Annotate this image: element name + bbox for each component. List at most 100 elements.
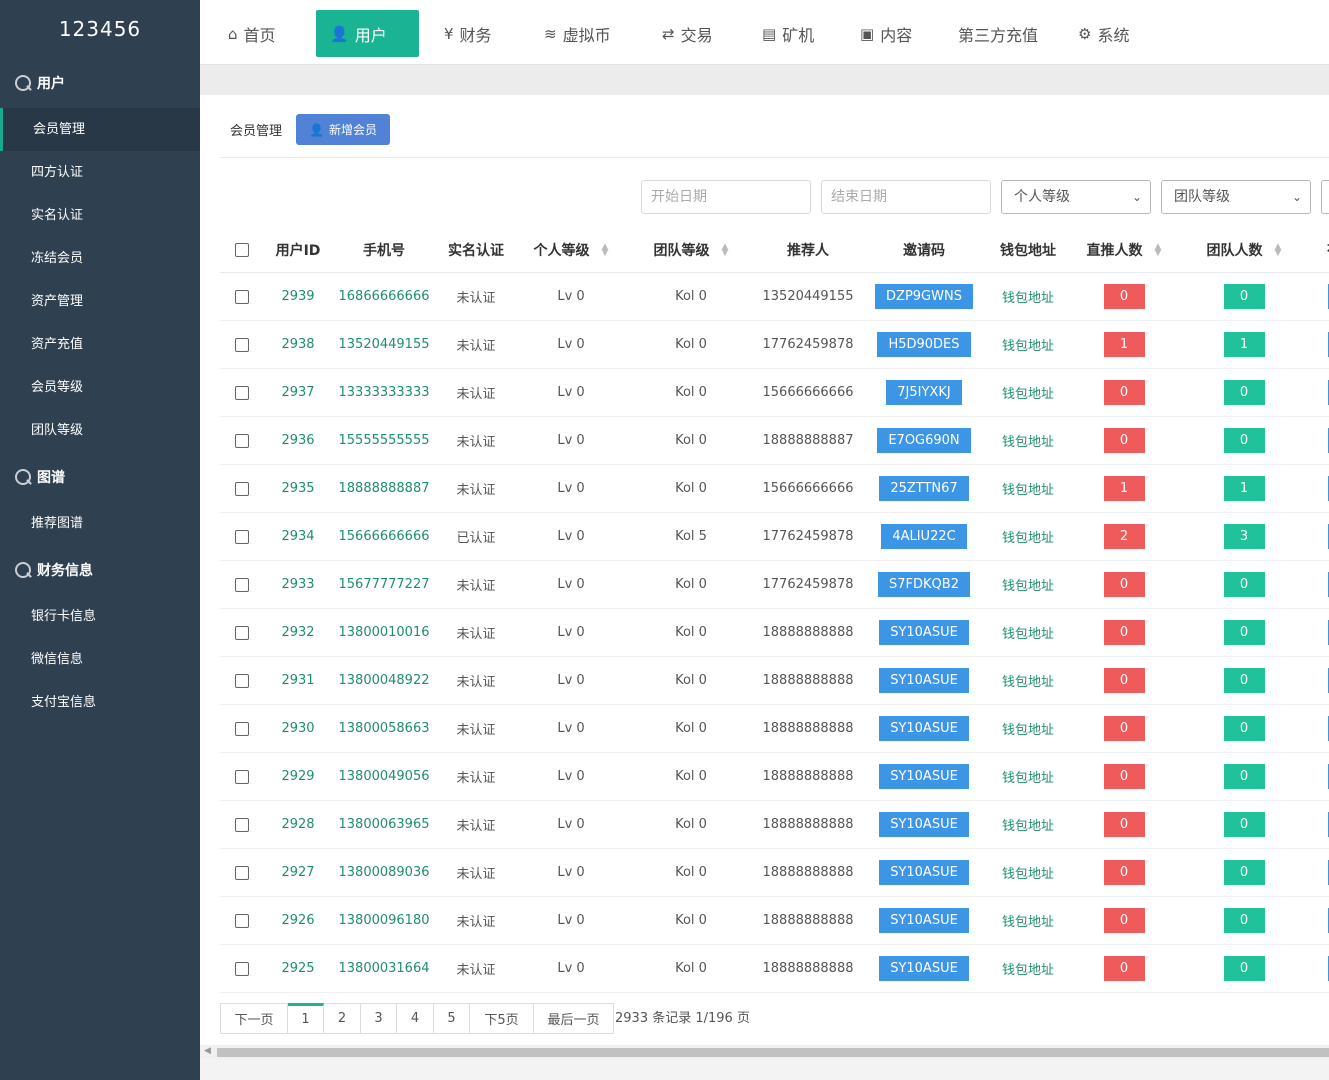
column-header[interactable]: 邀请码 [864,227,984,272]
team-count-badge[interactable]: 3 [1223,524,1265,549]
column-header[interactable]: 个人等级 ▲ ▼ [521,227,621,272]
wallet-address-link[interactable]: 钱包地址 [1002,623,1054,642]
sort-icon[interactable]: ▲ ▼ [1275,242,1282,257]
row-checkbox[interactable] [227,561,257,608]
team-count-badge[interactable]: 0 [1223,428,1265,453]
sidebar-item[interactable]: 支付宝信息 [0,681,200,724]
checkbox-box[interactable] [235,529,249,544]
wallet-address-link[interactable]: 钱包地址 [1002,671,1054,690]
team-count-badge[interactable]: 0 [1223,764,1265,789]
nav-tab-4[interactable]: ⇄ 交易 [648,10,738,57]
row-checkbox[interactable] [227,657,257,704]
nav-tab-2[interactable]: ¥ 财务 [430,10,516,57]
page-button[interactable]: 3 [361,1003,397,1034]
nav-tab-0[interactable]: ⌂ 首页 [214,10,304,57]
sort-icon[interactable]: ▲ ▼ [1155,242,1162,257]
phone-link[interactable]: 13520449155 [339,337,430,352]
team-count-badge[interactable]: 0 [1223,956,1265,981]
direct-count-badge[interactable]: 0 [1103,716,1145,741]
sidebar-group-0[interactable]: 用户 [0,58,200,108]
page-button[interactable]: 2 [324,1003,361,1034]
checkbox-box[interactable] [235,242,249,257]
user-id-link[interactable]: 2938 [281,337,314,352]
row-checkbox[interactable] [227,801,257,848]
checkbox-box[interactable] [235,625,249,640]
team-count-badge[interactable]: 1 [1223,476,1265,501]
sidebar-group-2[interactable]: 财务信息 [0,545,200,595]
row-checkbox[interactable] [227,369,257,416]
direct-count-badge[interactable]: 0 [1103,572,1145,597]
user-id-link[interactable]: 2925 [281,961,314,976]
nav-tab-8[interactable]: ⚙ 系统 [1064,10,1148,57]
phone-link[interactable]: 15677777227 [339,577,430,592]
horizontal-scrollbar[interactable]: ◀ [200,1045,1329,1059]
phone-link[interactable]: 13800049056 [339,769,430,784]
user-id-link[interactable]: 2927 [281,865,314,880]
phone-link[interactable]: 13800096180 [339,913,430,928]
direct-count-badge[interactable]: 0 [1103,668,1145,693]
row-checkbox[interactable] [227,465,257,512]
team-count-badge[interactable]: 0 [1223,812,1265,837]
scroll-left-icon[interactable]: ◀ [204,1046,211,1056]
checkbox-box[interactable] [235,433,249,448]
sidebar-item[interactable]: 四方认证 [0,151,200,194]
phone-link[interactable]: 13333333333 [339,385,430,400]
direct-count-badge[interactable]: 2 [1103,524,1145,549]
phone-link[interactable]: 18888888887 [339,481,430,496]
direct-count-badge[interactable]: 1 [1103,332,1145,357]
direct-count-badge[interactable]: 0 [1103,956,1145,981]
checkbox-box[interactable] [235,289,249,304]
user-id-link[interactable]: 2928 [281,817,314,832]
checkbox-box[interactable] [235,721,249,736]
column-header[interactable]: 直推人数 ▲ ▼ [1064,227,1184,272]
nav-tab-1[interactable]: 👤 用户 [316,10,419,57]
column-header[interactable]: 团队人数 ▲ ▼ [1184,227,1304,272]
checkbox-box[interactable] [235,865,249,880]
row-checkbox[interactable] [227,513,257,560]
checkbox-box[interactable] [235,481,249,496]
checkbox-box[interactable] [235,577,249,592]
user-id-link[interactable]: 2934 [281,529,314,544]
user-id-link[interactable]: 2933 [281,577,314,592]
phone-link[interactable]: 13800031664 [339,961,430,976]
page-button[interactable]: 下5页 [470,1003,534,1034]
checkbox-box[interactable] [235,913,249,928]
row-checkbox[interactable] [227,849,257,896]
wallet-address-link[interactable]: 钱包地址 [1002,863,1054,882]
sidebar-item[interactable]: 团队等级 [0,409,200,452]
team-level-select[interactable]: 团队等级 ⌄ [1161,180,1311,214]
row-checkbox[interactable] [227,609,257,656]
sort-icon[interactable]: ▲ ▼ [722,242,729,257]
row-checkbox[interactable] [227,321,257,368]
row-checkbox[interactable] [227,897,257,944]
nav-tab-3[interactable]: ≋ 虚拟币 [530,10,634,57]
user-id-link[interactable]: 2935 [281,481,314,496]
user-id-link[interactable]: 2939 [281,289,314,304]
direct-count-badge[interactable]: 0 [1103,284,1145,309]
user-id-link[interactable]: 2937 [281,385,314,400]
team-count-badge[interactable]: 0 [1223,668,1265,693]
nav-tab-7[interactable]: 第三方充值 [944,10,1054,57]
direct-count-badge[interactable]: 0 [1103,812,1145,837]
checkbox-box[interactable] [235,961,249,976]
team-count-badge[interactable]: 0 [1223,284,1265,309]
sidebar-item[interactable]: 实名认证 [0,194,200,237]
column-header[interactable]: 团队等级 ▲ ▼ [631,227,751,272]
phone-link[interactable]: 13800010016 [339,625,430,640]
start-date-input[interactable]: 开始日期 [641,180,811,214]
wallet-address-link[interactable]: 钱包地址 [1002,815,1054,834]
page-button[interactable]: 下一页 [220,1003,288,1034]
checkbox-box[interactable] [235,385,249,400]
sidebar-item[interactable]: 资产充值 [0,323,200,366]
sidebar-item[interactable]: 推荐图谱 [0,502,200,545]
personal-level-select[interactable]: 个人等级 ⌄ [1001,180,1151,214]
direct-count-badge[interactable]: 0 [1103,380,1145,405]
wallet-address-link[interactable]: 钱包地址 [1002,719,1054,738]
select-all-checkbox[interactable] [227,227,257,272]
scroll-thumb[interactable] [217,1048,1329,1057]
nav-tab-5[interactable]: ▤ 矿机 [748,10,834,57]
wallet-address-link[interactable]: 钱包地址 [1002,959,1054,978]
sidebar-item[interactable]: 会员管理 [0,108,200,151]
page-button[interactable]: 4 [397,1003,434,1034]
team-count-badge[interactable]: 1 [1223,332,1265,357]
